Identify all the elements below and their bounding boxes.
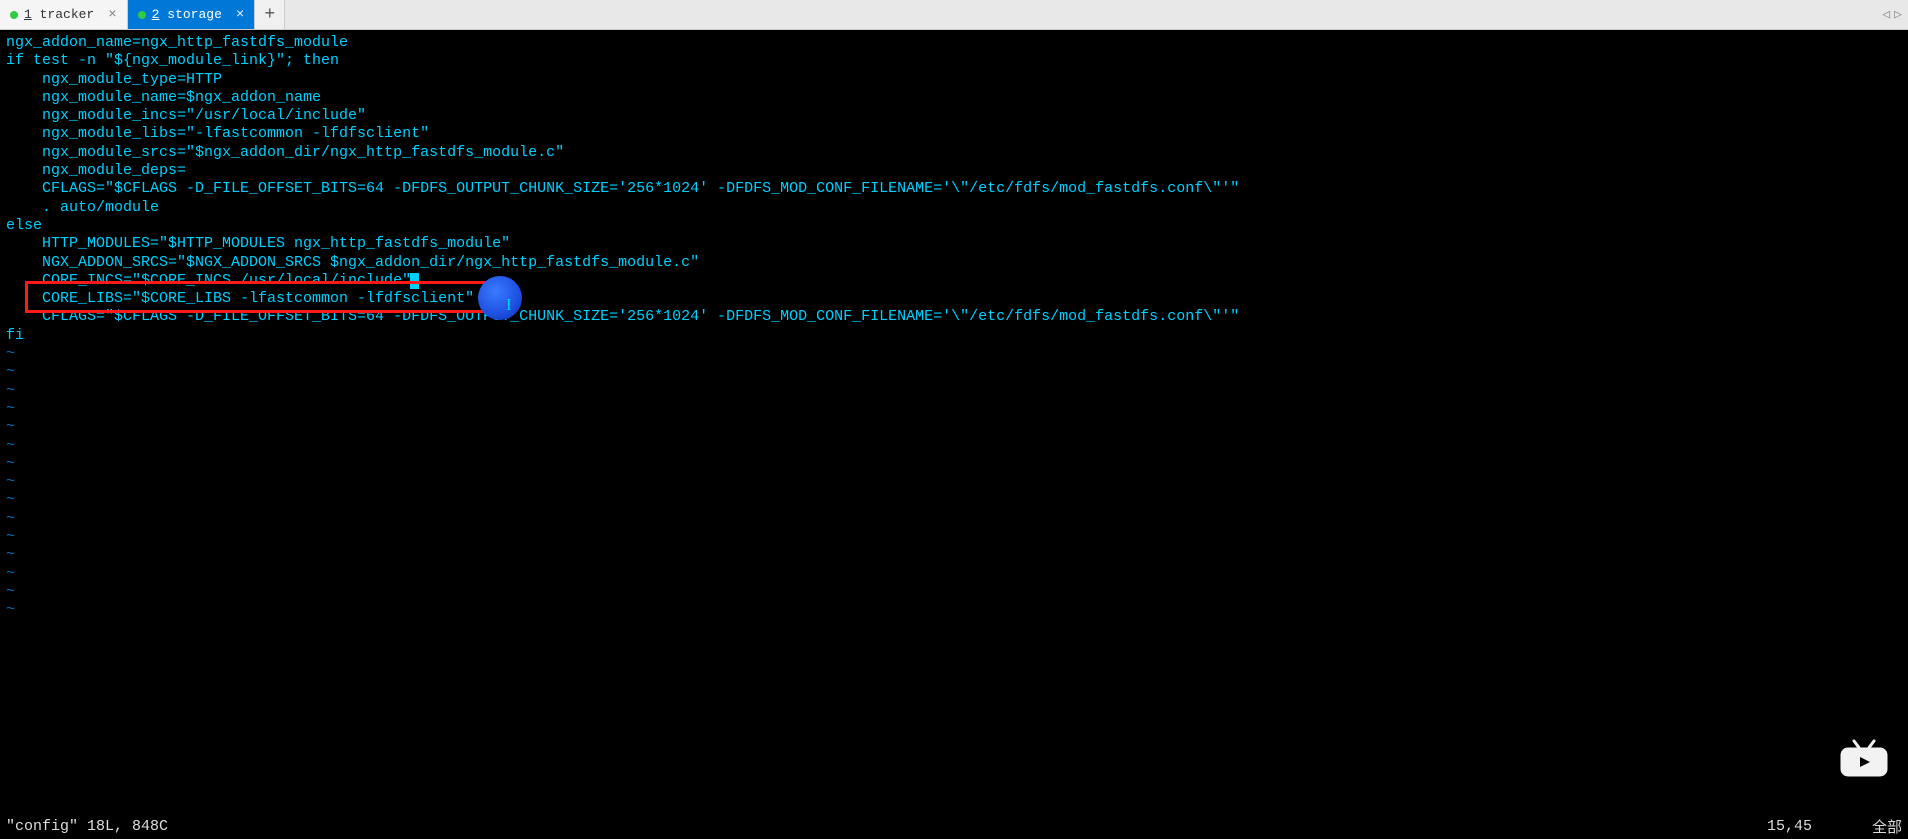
empty-line-marker: ~	[6, 437, 1902, 455]
code-line: CORE_INCS="$CORE_INCS /usr/local/include…	[6, 272, 1902, 290]
close-icon[interactable]: ×	[108, 7, 116, 23]
status-file-info: "config" 18L, 848C	[6, 818, 1767, 835]
empty-line-marker: ~	[6, 491, 1902, 509]
code-line: CORE_LIBS="$CORE_LIBS -lfastcommon -lfdf…	[6, 290, 1902, 308]
tab-tracker[interactable]: 1 tracker ×	[0, 0, 128, 29]
tab-bar: 1 tracker × 2 storage × + ◁ ▷	[0, 0, 1908, 30]
empty-line-marker: ~	[6, 601, 1902, 619]
next-tab-icon[interactable]: ▷	[1894, 7, 1902, 22]
empty-line-marker: ~	[6, 473, 1902, 491]
tab-number: 2	[152, 7, 160, 22]
code-line: NGX_ADDON_SRCS="$NGX_ADDON_SRCS $ngx_add…	[6, 254, 1902, 272]
vim-cursor	[410, 273, 419, 289]
empty-line-marker: ~	[6, 400, 1902, 418]
empty-line-marker: ~	[6, 528, 1902, 546]
empty-line-marker: ~	[6, 345, 1902, 363]
code-line: CFLAGS="$CFLAGS -D_FILE_OFFSET_BITS=64 -…	[6, 308, 1902, 326]
empty-line-marker: ~	[6, 382, 1902, 400]
code-line: ngx_module_deps=	[6, 162, 1902, 180]
close-icon[interactable]: ×	[236, 7, 244, 23]
status-cursor-position: 15,45	[1767, 818, 1812, 835]
tab-storage[interactable]: 2 storage ×	[128, 0, 256, 29]
prev-tab-icon[interactable]: ◁	[1882, 7, 1890, 22]
tab-number: 1	[24, 7, 32, 22]
code-line: ngx_addon_name=ngx_http_fastdfs_module	[6, 34, 1902, 52]
empty-line-marker: ~	[6, 455, 1902, 473]
terminal-editor[interactable]: ngx_addon_name=ngx_http_fastdfs_moduleif…	[0, 30, 1908, 624]
tab-label: tracker	[40, 7, 95, 22]
empty-line-marker: ~	[6, 583, 1902, 601]
status-scroll-percent: 全部	[1872, 816, 1902, 837]
code-line: ngx_module_name=$ngx_addon_name	[6, 89, 1902, 107]
code-line: else	[6, 217, 1902, 235]
code-line: HTTP_MODULES="$HTTP_MODULES ngx_http_fas…	[6, 235, 1902, 253]
connection-dot-icon	[138, 11, 146, 19]
code-line: ngx_module_libs="-lfastcommon -lfdfsclie…	[6, 125, 1902, 143]
empty-line-marker: ~	[6, 418, 1902, 436]
empty-line-marker: ~	[6, 565, 1902, 583]
empty-line-marker: ~	[6, 546, 1902, 564]
code-line: CFLAGS="$CFLAGS -D_FILE_OFFSET_BITS=64 -…	[6, 180, 1902, 198]
connection-dot-icon	[10, 11, 18, 19]
empty-line-marker: ~	[6, 363, 1902, 381]
empty-line-marker: ~	[6, 510, 1902, 528]
code-line: ngx_module_type=HTTP	[6, 71, 1902, 89]
tab-nav: ◁ ▷	[1882, 0, 1902, 29]
new-tab-button[interactable]: +	[255, 0, 285, 29]
vim-status-bar: "config" 18L, 848C 15,45 全部	[0, 813, 1908, 839]
code-line: if test -n "${ngx_module_link}"; then	[6, 52, 1902, 70]
code-line: fi	[6, 327, 1902, 345]
code-line: ngx_module_incs="/usr/local/include"	[6, 107, 1902, 125]
bilibili-watermark-icon	[1840, 737, 1888, 779]
tab-label: storage	[167, 7, 222, 22]
code-line: . auto/module	[6, 199, 1902, 217]
code-line: ngx_module_srcs="$ngx_addon_dir/ngx_http…	[6, 144, 1902, 162]
